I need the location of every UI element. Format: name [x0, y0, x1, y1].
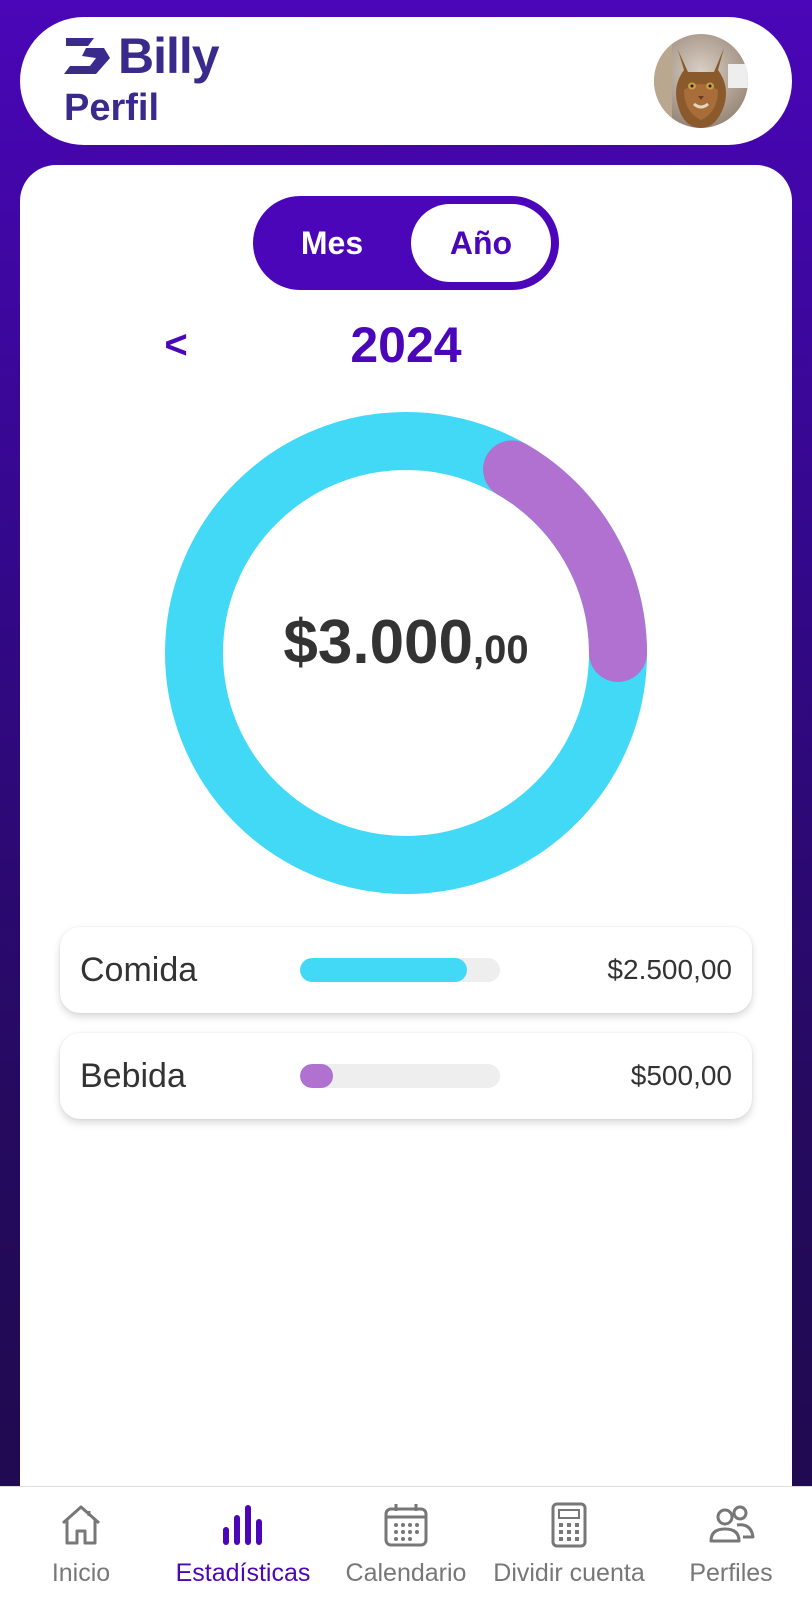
toggle-month-button[interactable]: Mes	[253, 196, 411, 290]
category-bar-fill	[300, 958, 467, 982]
toggle-year-button[interactable]: Año	[411, 204, 551, 282]
users-icon	[709, 1505, 755, 1543]
logo: Billy	[64, 28, 220, 84]
billy-logo-icon	[64, 38, 110, 74]
category-row-comida[interactable]: Comida $2.500,00	[60, 927, 752, 1013]
category-row-bebida[interactable]: Bebida $500,00	[60, 1033, 752, 1119]
nav-label: Perfiles	[689, 1559, 773, 1587]
nav-item-inicio[interactable]: Inicio	[0, 1487, 162, 1600]
category-name: Bebida	[80, 1056, 186, 1095]
previous-period-button[interactable]: <	[156, 315, 196, 375]
category-bar-track	[300, 958, 500, 982]
current-period-label: 2024	[350, 317, 462, 373]
nav-item-calendario[interactable]: Calendario	[324, 1487, 488, 1600]
total-amount: $3.000,00	[156, 603, 656, 684]
bottom-nav: Inicio Estadísticas Calendario Dividir c…	[0, 1486, 812, 1600]
nav-label: Estadísticas	[175, 1559, 311, 1587]
category-name: Comida	[80, 950, 198, 989]
app-header: Billy Perfil	[20, 17, 792, 145]
nav-label: Calendario	[345, 1559, 467, 1587]
avatar[interactable]	[654, 34, 748, 128]
period-toggle: Mes Año	[253, 196, 559, 290]
brand-name: Billy	[118, 28, 220, 84]
category-bar-fill	[300, 1064, 334, 1088]
bar-chart-icon	[223, 1505, 262, 1545]
nav-label: Dividir cuenta	[493, 1559, 645, 1587]
nav-item-dividir-cuenta[interactable]: Dividir cuenta	[488, 1487, 650, 1600]
nav-item-perfiles[interactable]: Perfiles	[650, 1487, 812, 1600]
nav-item-estadisticas[interactable]: Estadísticas	[162, 1487, 324, 1600]
category-bar-track	[300, 1064, 500, 1088]
statistics-card: Mes Año < 2024 $3.000,00 Comida $2.500,0…	[20, 165, 792, 1490]
nav-label: Inicio	[51, 1559, 111, 1587]
category-amount: $2.500,00	[607, 954, 732, 985]
page-title: Perfil	[64, 87, 160, 129]
total-amount-main: $3.000	[283, 608, 474, 677]
cat-photo-avatar-icon	[654, 34, 748, 128]
calendar-icon	[384, 1504, 428, 1547]
calculator-icon	[551, 1502, 587, 1548]
home-icon	[62, 1505, 100, 1545]
category-amount: $500,00	[630, 1060, 732, 1091]
total-amount-cents: ,00	[473, 628, 529, 672]
